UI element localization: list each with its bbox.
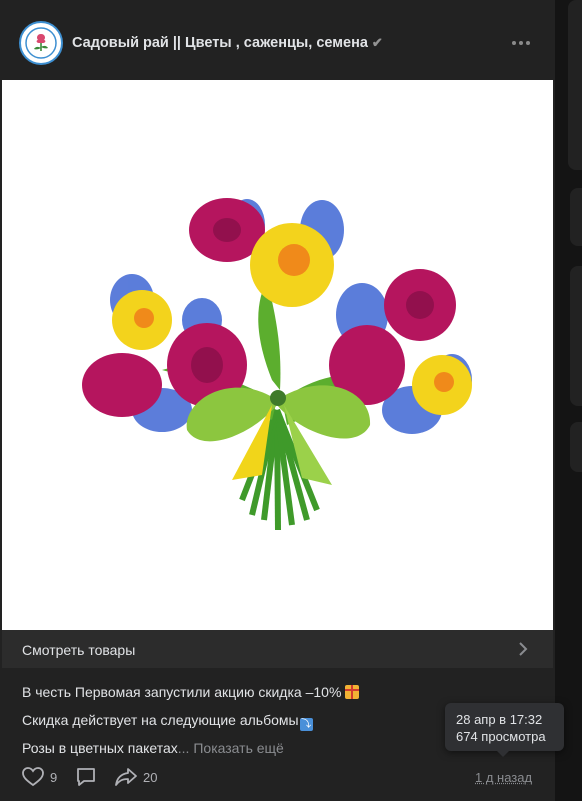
verified-check-icon: ✔ [371, 35, 383, 50]
share-count: 20 [143, 769, 158, 785]
post-text-ellipsis: ... [177, 740, 190, 756]
post-time-link[interactable]: 1 д назад [475, 770, 532, 785]
bouquet-illustration [82, 198, 472, 531]
tooltip-views: 674 просмотра [456, 729, 546, 744]
comment-icon [77, 768, 95, 786]
heart-icon [22, 767, 44, 787]
post-card: Садовый рай || Цветы , саженцы, семена✔ [0, 0, 555, 801]
post-image[interactable] [2, 80, 553, 630]
chevron-right-icon [519, 642, 528, 656]
post-date-tooltip: 28 апр в 17:32 674 просмотра [445, 703, 564, 757]
post-text-1: В честь Первомая запустили акцию скидка … [22, 684, 342, 700]
post-text-3: Розы в цветных пакетах [22, 740, 178, 756]
post-actions: 9 20 [22, 766, 542, 788]
side-card-middle [570, 188, 582, 246]
community-name[interactable]: Садовый рай || Цветы , саженцы, семена ✔ [72, 35, 383, 51]
gift-emoji-icon [345, 685, 360, 699]
post-text-line-3: Розы в цветных пакетах... Показать ещё [22, 740, 284, 756]
arrow-down-emoji-icon: ⤵ [299, 718, 313, 731]
post-text-2: Скидка действует на следующие альбомы [22, 712, 299, 728]
rose-logo-icon [25, 27, 57, 59]
show-more-link[interactable]: Показать ещё [193, 740, 284, 756]
community-avatar[interactable] [19, 21, 63, 65]
post-header: Садовый рай || Цветы , саженцы, семена ✔ [0, 0, 555, 80]
tooltip-date: 28 апр в 17:32 [456, 712, 543, 727]
share-button[interactable]: 20 [115, 766, 157, 788]
post-text-line-2: Скидка действует на следующие альбомы ⤵ [22, 712, 313, 731]
side-card-top [568, 0, 582, 170]
view-goods-button[interactable]: Смотреть товары [2, 630, 553, 668]
view-goods-label: Смотреть товары [22, 642, 136, 658]
post-text-line-1: В честь Первомая запустили акцию скидка … [22, 684, 360, 700]
comment-button[interactable] [76, 766, 102, 788]
side-card-lower [570, 266, 582, 406]
share-arrow-icon [115, 768, 137, 786]
side-card-bottom [570, 422, 582, 472]
community-name-text[interactable]: Садовый рай || Цветы , саженцы, семена [72, 35, 368, 51]
like-count: 9 [50, 769, 58, 785]
more-dots-icon[interactable] [508, 34, 534, 52]
like-button[interactable]: 9 [22, 766, 57, 788]
